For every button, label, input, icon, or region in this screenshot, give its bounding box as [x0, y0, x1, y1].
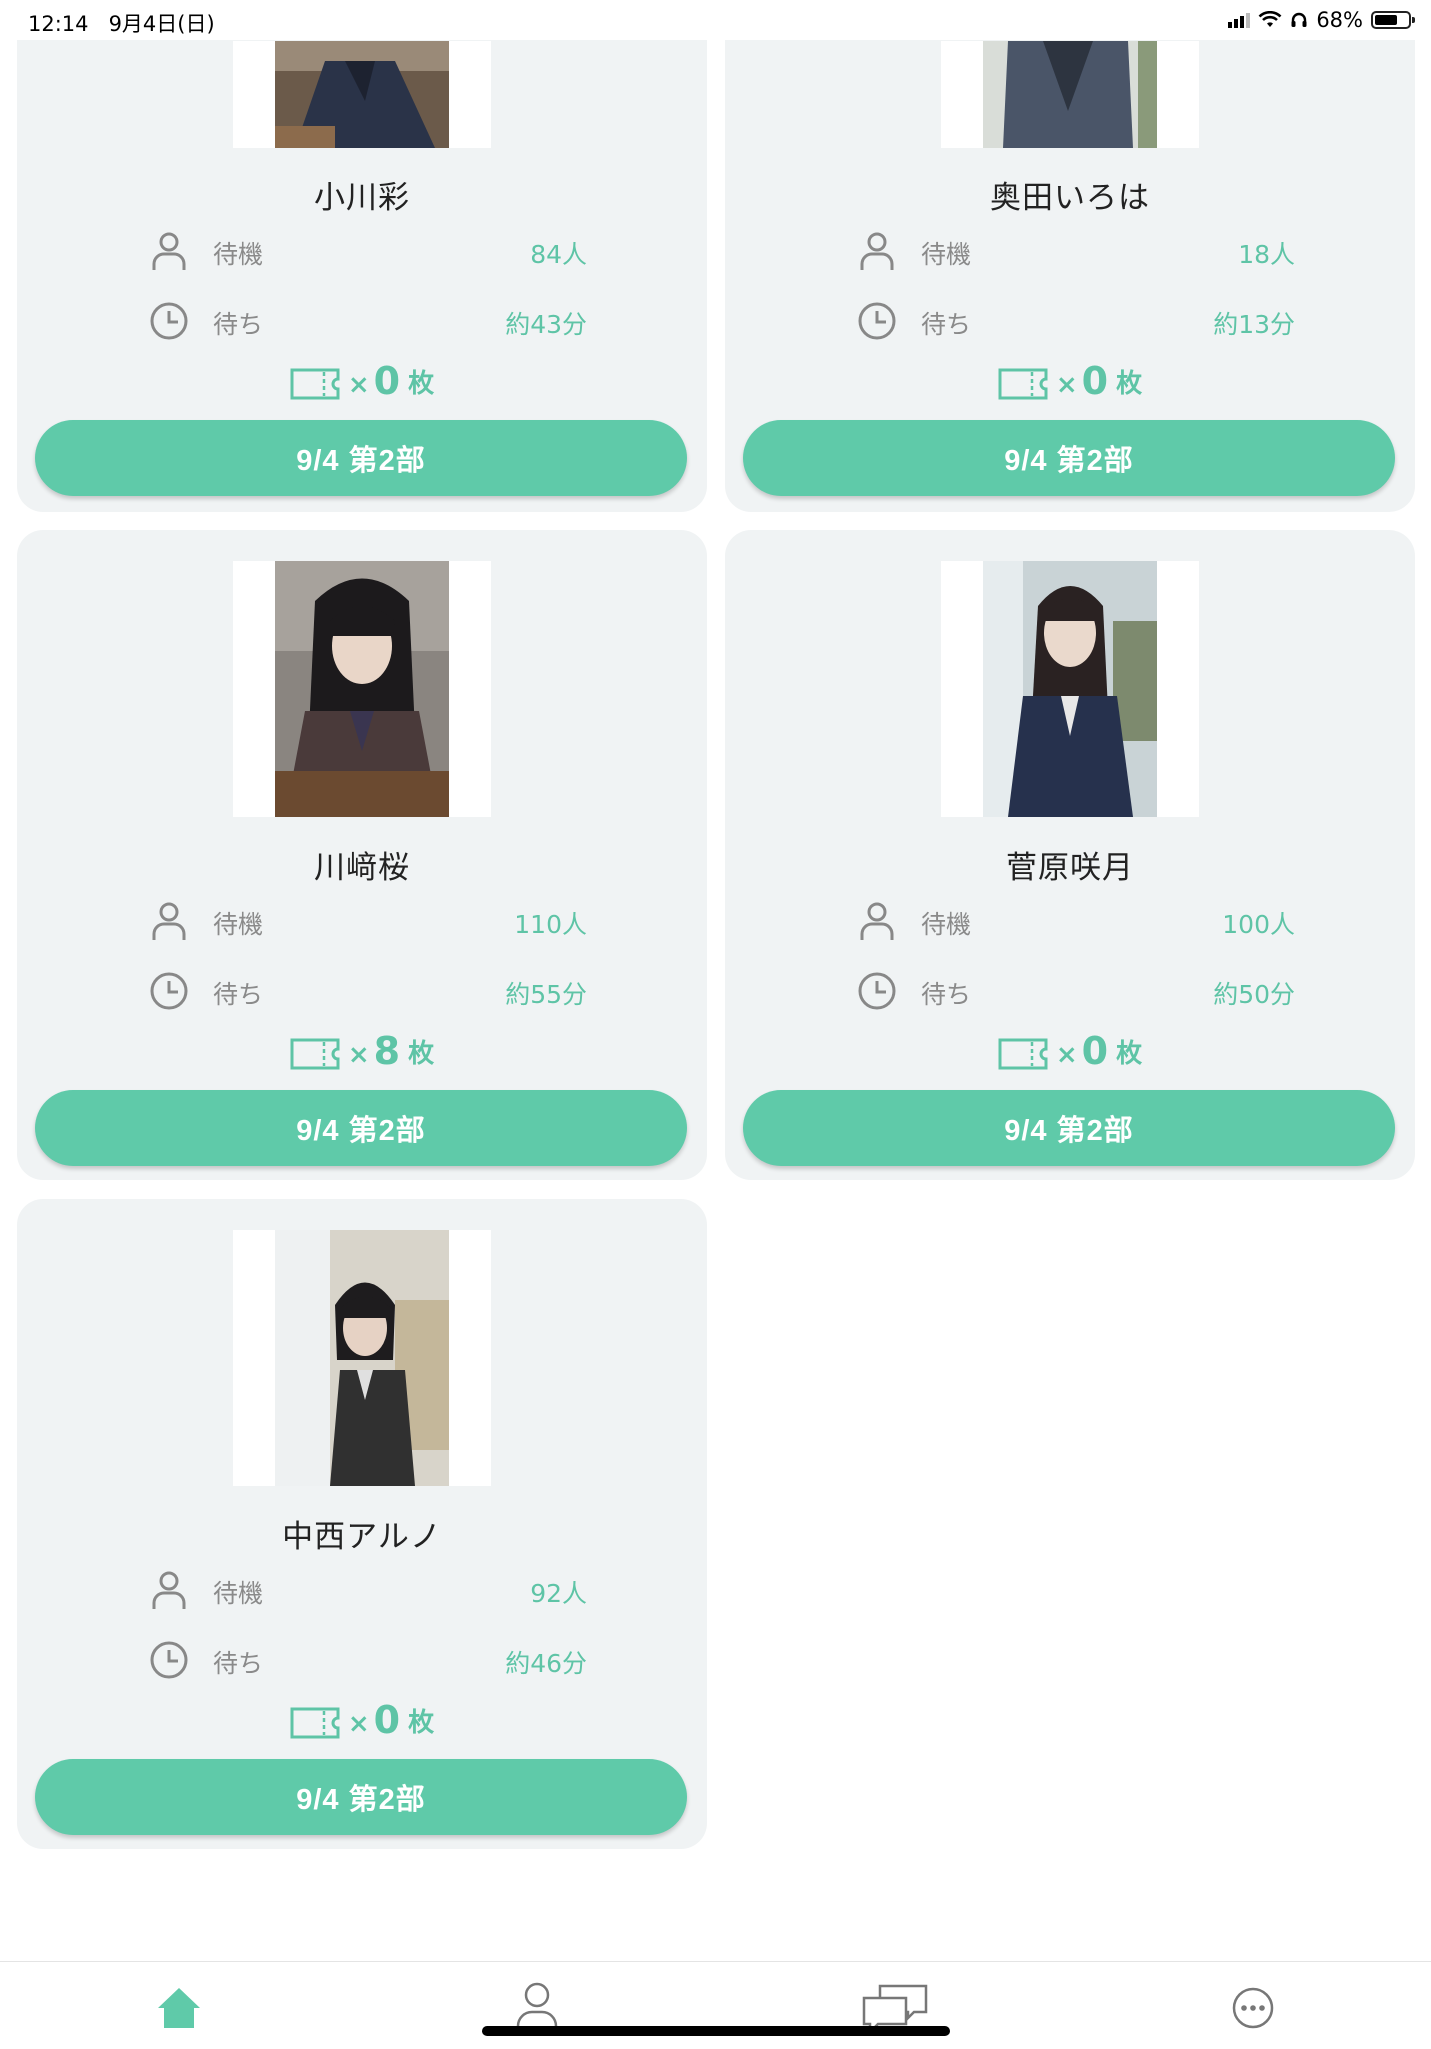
session-button[interactable]: 9/4 第2部: [743, 1090, 1395, 1166]
waiting-count: 100人: [1222, 910, 1295, 939]
waiting-label: 待機: [921, 910, 972, 939]
member-photo-frame: [941, 561, 1199, 817]
member-photo: [275, 561, 449, 817]
waiting-label: 待機: [213, 910, 264, 939]
wait-time-row: 待ち 約50分: [725, 966, 1415, 1016]
status-time: 12:14 9月4日(日): [28, 12, 215, 36]
member-photo: [275, 41, 449, 148]
status-bar: 12:14 9月4日(日) 68%: [0, 0, 1431, 40]
wait-time-value: 約43分: [505, 310, 587, 339]
waiting-label: 待機: [921, 240, 972, 269]
member-card: 中西アルノ 待機 92人 待ち 約46分 × 0 枚 9/4 第2部: [17, 1199, 707, 1849]
wait-time-value: 約50分: [1213, 980, 1295, 1009]
wait-time-label: 待ち: [213, 980, 264, 1009]
waiting-label: 待機: [213, 240, 264, 269]
wait-time-label: 待ち: [213, 310, 264, 339]
tab-more[interactable]: [1218, 1980, 1288, 2036]
ticket-count: × 0 枚: [17, 1701, 707, 1739]
clock-icon: [858, 972, 896, 1010]
waiting-count: 18人: [1238, 240, 1295, 269]
member-card: 奥田いろは 待機 18人 待ち 約13分 × 0 枚 9/4 第2部: [725, 0, 1415, 512]
session-button[interactable]: 9/4 第2部: [35, 1090, 687, 1166]
person-icon: [152, 232, 186, 270]
wifi-icon: [1258, 11, 1282, 27]
headphones-icon: [1291, 12, 1307, 27]
waiting-row: 待機 110人: [17, 896, 707, 946]
member-photo: [983, 561, 1157, 817]
member-name: 中西アルノ: [282, 1519, 442, 1555]
member-card: 川﨑桜 待機 110人 待ち 約55分 × 8 枚 9/4 第2部: [17, 530, 707, 1180]
person-icon: [860, 902, 894, 940]
wait-time-row: 待ち 約46分: [17, 1635, 707, 1685]
clock-icon: [150, 302, 188, 340]
wait-time-value: 約55分: [505, 980, 587, 1009]
waiting-count: 110人: [514, 910, 587, 939]
ticket-icon: [290, 1038, 340, 1070]
member-photo: [275, 1230, 449, 1486]
session-button[interactable]: 9/4 第2部: [743, 420, 1395, 496]
ticket-icon: [290, 368, 340, 400]
home-icon: [158, 1988, 200, 2028]
wait-time-row: 待ち 約13分: [725, 296, 1415, 346]
wait-time-label: 待ち: [921, 310, 972, 339]
member-photo: [983, 41, 1157, 148]
session-button[interactable]: 9/4 第2部: [35, 1759, 687, 1835]
waiting-count: 84人: [530, 240, 587, 269]
person-icon: [860, 232, 894, 270]
ticket-icon: [290, 1707, 340, 1739]
wait-time-label: 待ち: [213, 1649, 264, 1678]
battery-fill: [1375, 15, 1397, 25]
wait-time-value: 約46分: [505, 1649, 587, 1678]
more-icon: [1232, 1987, 1274, 2029]
member-photo-frame: [233, 41, 491, 148]
waiting-label: 待機: [213, 1579, 264, 1608]
member-name: 小川彩: [314, 180, 410, 216]
ticket-icon: [998, 368, 1048, 400]
member-photo-frame: [941, 41, 1199, 148]
battery-icon: [1371, 11, 1415, 29]
member-card: 菅原咲月 待機 100人 待ち 約50分 × 0 枚 9/4 第2部: [725, 530, 1415, 1180]
ticket-count: × 0 枚: [17, 362, 707, 400]
member-name: 川﨑桜: [314, 850, 410, 886]
tab-home[interactable]: [144, 1980, 214, 2036]
member-card: 小川彩 待機 84人 待ち 約43分 × 0 枚 9/4 第2部: [17, 0, 707, 512]
session-button[interactable]: 9/4 第2部: [35, 420, 687, 496]
ticket-count: × 0 枚: [725, 362, 1415, 400]
person-icon: [152, 1571, 186, 1609]
waiting-row: 待機 92人: [17, 1565, 707, 1615]
wait-time-value: 約13分: [1213, 310, 1295, 339]
wait-time-label: 待ち: [921, 980, 972, 1009]
member-photo-frame: [233, 1230, 491, 1486]
battery-percent: 68%: [1316, 8, 1363, 32]
member-name: 菅原咲月: [1006, 850, 1134, 886]
clock-icon: [150, 1641, 188, 1679]
status-right: 68%: [1228, 8, 1415, 32]
ticket-count: × 8 枚: [17, 1032, 707, 1070]
ticket-icon: [998, 1038, 1048, 1070]
member-name: 奥田いろは: [990, 180, 1150, 216]
waiting-row: 待機 84人: [17, 226, 707, 276]
signal-icon: [1228, 12, 1251, 28]
clock-icon: [150, 972, 188, 1010]
wait-time-row: 待ち 約55分: [17, 966, 707, 1016]
member-photo-frame: [233, 561, 491, 817]
wait-time-row: 待ち 約43分: [17, 296, 707, 346]
waiting-count: 92人: [530, 1579, 587, 1608]
waiting-row: 待機 18人: [725, 226, 1415, 276]
ticket-count: × 0 枚: [725, 1032, 1415, 1070]
waiting-row: 待機 100人: [725, 896, 1415, 946]
clock-icon: [858, 302, 896, 340]
person-icon: [152, 902, 186, 940]
home-indicator[interactable]: [482, 2026, 950, 2036]
